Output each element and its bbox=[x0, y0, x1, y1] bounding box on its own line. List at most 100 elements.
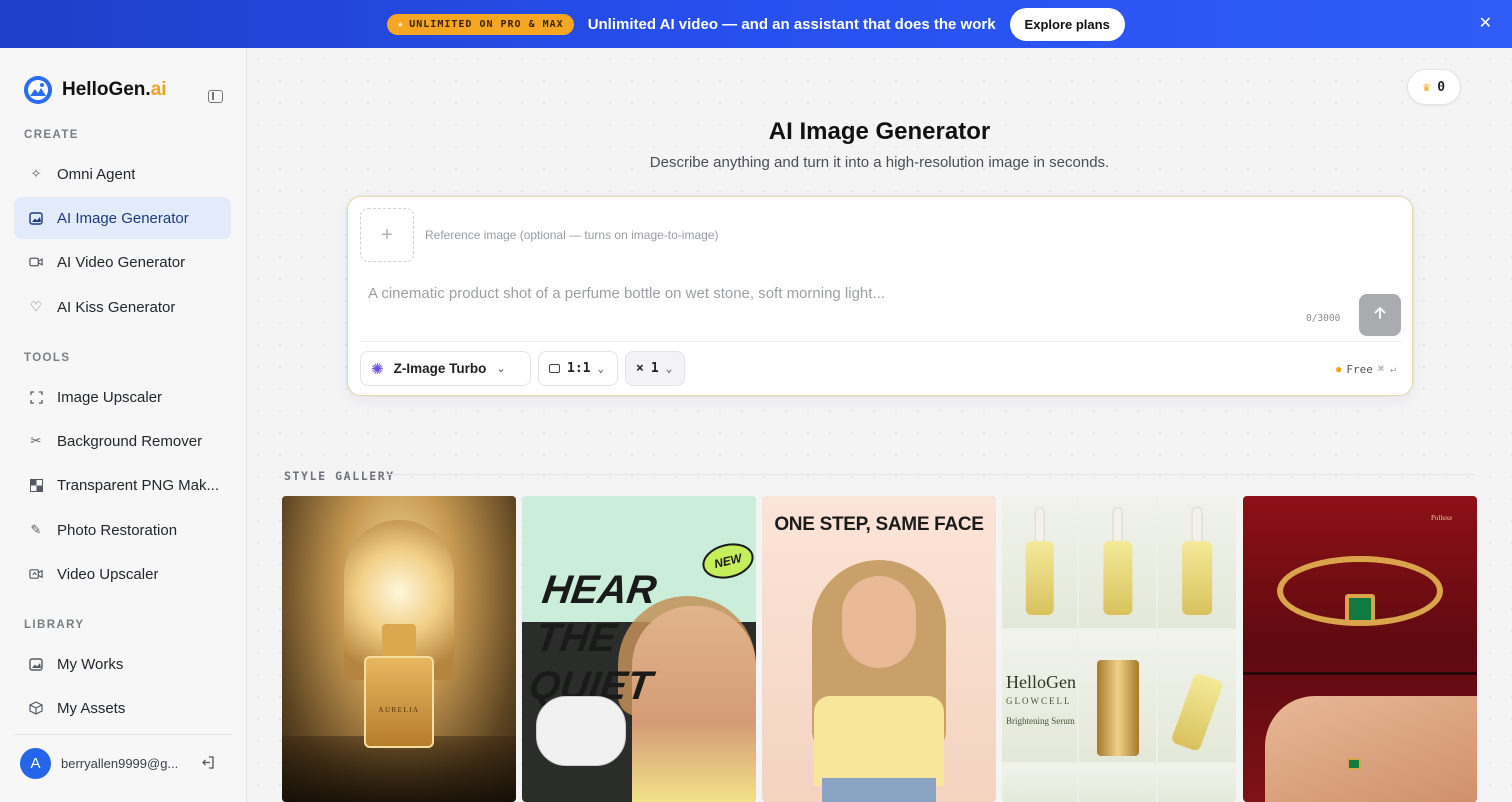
serum-tile bbox=[1079, 764, 1156, 802]
gallery-card-perfume[interactable]: AURELIA bbox=[282, 496, 516, 802]
logout-icon[interactable] bbox=[201, 755, 215, 772]
credits-badge[interactable]: ♛ 0 bbox=[1407, 69, 1461, 105]
generate-button[interactable] bbox=[1359, 294, 1401, 336]
promo-pill-label: UNLIMITED ON PRO & MAX bbox=[409, 18, 564, 30]
prompt-input[interactable] bbox=[368, 285, 1268, 302]
prompt-composer: + Reference image (optional — turns on i… bbox=[347, 196, 1413, 396]
gallery-rule bbox=[387, 474, 1475, 475]
avatar: A bbox=[20, 748, 51, 779]
crown-icon: ♛ bbox=[1422, 80, 1431, 94]
card-perfume-label: AURELIA bbox=[378, 706, 420, 714]
box-icon bbox=[29, 701, 43, 715]
brand-name: HelloGen.ai bbox=[62, 79, 167, 100]
promo-pill: ★ UNLIMITED ON PRO & MAX bbox=[387, 13, 574, 35]
ratio-icon bbox=[549, 364, 560, 373]
dot-icon: ● bbox=[1336, 364, 1342, 375]
expand-icon bbox=[29, 390, 43, 404]
gallery-card-earbuds[interactable]: HEAR THE QUIET NEW bbox=[522, 496, 756, 802]
serum-tile bbox=[1158, 496, 1236, 628]
promo-text: Unlimited AI video — and an assistant th… bbox=[587, 15, 996, 33]
promo-banner: ★ UNLIMITED ON PRO & MAX Unlimited AI vi… bbox=[0, 0, 1512, 48]
card-gem bbox=[1345, 594, 1375, 624]
heart-icon: ♡ bbox=[30, 299, 42, 314]
page-title: AI Image Generator bbox=[768, 118, 991, 145]
video-upscale-icon bbox=[29, 567, 43, 581]
sidebar-item-ai-video-generator[interactable]: AI Video Generator bbox=[14, 241, 231, 283]
image-icon bbox=[29, 211, 43, 225]
aspect-ratio-select[interactable]: 1:1 ⌄ bbox=[538, 351, 618, 386]
sidebar-item-photo-restoration[interactable]: ✎ Photo Restoration bbox=[14, 509, 231, 551]
user-account[interactable]: A berryallen9999@g... bbox=[20, 748, 215, 779]
sidebar: HelloGen.ai CREATE ✧ Omni Agent AI Image… bbox=[0, 48, 247, 802]
close-icon[interactable]: ✕ bbox=[1479, 14, 1492, 34]
card-headline: ONE STEP, SAME FACE bbox=[774, 514, 984, 535]
serum-tile bbox=[1002, 764, 1077, 802]
serum-tile bbox=[1079, 496, 1156, 628]
sidebar-item-my-assets[interactable]: My Assets bbox=[14, 687, 231, 729]
serum-tile bbox=[1158, 764, 1236, 802]
sidebar-item-omni-agent[interactable]: ✧ Omni Agent bbox=[14, 153, 231, 195]
explore-plans-button[interactable]: Explore plans bbox=[1009, 7, 1125, 41]
composer-divider bbox=[360, 341, 1402, 342]
brand[interactable]: HelloGen.ai bbox=[24, 76, 167, 104]
sidebar-divider bbox=[14, 734, 232, 735]
card-face bbox=[842, 576, 916, 668]
gallery-card-serum[interactable]: HelloGen GLOWCELL Brightening Serum bbox=[1002, 496, 1236, 802]
sidebar-item-ai-image-generator[interactable]: AI Image Generator bbox=[14, 197, 231, 239]
reference-hint: Reference image (optional — turns on ima… bbox=[425, 228, 719, 242]
gallery-card-portrait[interactable]: ONE STEP, SAME FACE bbox=[762, 496, 996, 802]
checker-icon bbox=[29, 478, 43, 492]
star-icon: ★ bbox=[397, 18, 405, 30]
logo-icon bbox=[24, 76, 52, 104]
price-label: Free bbox=[1346, 363, 1373, 376]
shortcut-hint: ⌘ ↵ bbox=[1377, 364, 1396, 375]
card-earbuds-case bbox=[536, 696, 626, 766]
card-top bbox=[814, 696, 944, 786]
sidebar-collapse-icon[interactable] bbox=[208, 90, 223, 103]
card-split bbox=[1243, 672, 1477, 675]
sidebar-item-my-works[interactable]: My Works bbox=[14, 643, 231, 685]
serum-tile: HelloGen GLOWCELL Brightening Serum bbox=[1002, 630, 1077, 762]
count-label: 1 bbox=[650, 361, 659, 376]
sparkle-icon: ✧ bbox=[30, 166, 42, 181]
scissors-icon: ✂ bbox=[30, 433, 42, 448]
char-count: 0/3000 bbox=[1306, 313, 1341, 324]
section-create: CREATE bbox=[24, 129, 79, 141]
section-library: LIBRARY bbox=[24, 619, 85, 631]
arrow-up-icon bbox=[1372, 305, 1388, 326]
card-hand bbox=[1265, 696, 1477, 802]
video-icon bbox=[29, 255, 43, 269]
sidebar-item-image-upscaler[interactable]: Image Upscaler bbox=[14, 376, 231, 418]
model-select[interactable]: ✺ Z-Image Turbo ⌄ bbox=[360, 351, 531, 386]
image-icon bbox=[29, 657, 43, 671]
sidebar-item-ai-kiss-generator[interactable]: ♡ AI Kiss Generator bbox=[14, 286, 231, 328]
section-tools: TOOLS bbox=[24, 352, 71, 364]
reference-image-upload[interactable]: + bbox=[360, 208, 414, 262]
serum-line: GLOWCELL bbox=[1006, 696, 1072, 706]
sidebar-item-background-remover[interactable]: ✂ Background Remover bbox=[14, 420, 231, 462]
page-subtitle: Describe anything and turn it into a hig… bbox=[649, 154, 1110, 171]
image-count-select[interactable]: × 1 ⌄ bbox=[625, 351, 685, 386]
card-bottle bbox=[364, 656, 434, 748]
plus-icon: + bbox=[381, 223, 393, 246]
card-small-ring bbox=[1347, 758, 1361, 770]
serum-tile bbox=[1158, 630, 1236, 762]
chevron-down-icon: ⌄ bbox=[597, 362, 605, 375]
sidebar-item-transparent-png-maker[interactable]: Transparent PNG Mak... bbox=[14, 464, 231, 506]
ratio-label: 1:1 bbox=[567, 361, 591, 376]
card-jeans bbox=[822, 778, 936, 802]
model-label: Z-Image Turbo bbox=[393, 361, 487, 376]
gallery-label: STYLE GALLERY bbox=[284, 469, 395, 483]
serum-tile bbox=[1002, 496, 1077, 628]
model-icon: ✺ bbox=[371, 360, 384, 378]
chevron-down-icon: ⌄ bbox=[665, 362, 673, 375]
sidebar-item-video-upscaler[interactable]: Video Upscaler bbox=[14, 553, 231, 595]
main-content: ♛ 0 AI Image Generator Describe anything… bbox=[247, 48, 1512, 802]
card-bottle-cap bbox=[382, 624, 416, 658]
user-email: berryallen9999@g... bbox=[61, 756, 179, 771]
price-indicator: ● Free ⌘ ↵ bbox=[1336, 363, 1396, 376]
card-headline: HEAR THE QUIET bbox=[526, 568, 660, 708]
card-ring-label: Polluxe bbox=[1431, 514, 1453, 522]
gallery-card-ring[interactable]: Polluxe bbox=[1243, 496, 1477, 802]
pencil-icon: ✎ bbox=[30, 522, 42, 537]
